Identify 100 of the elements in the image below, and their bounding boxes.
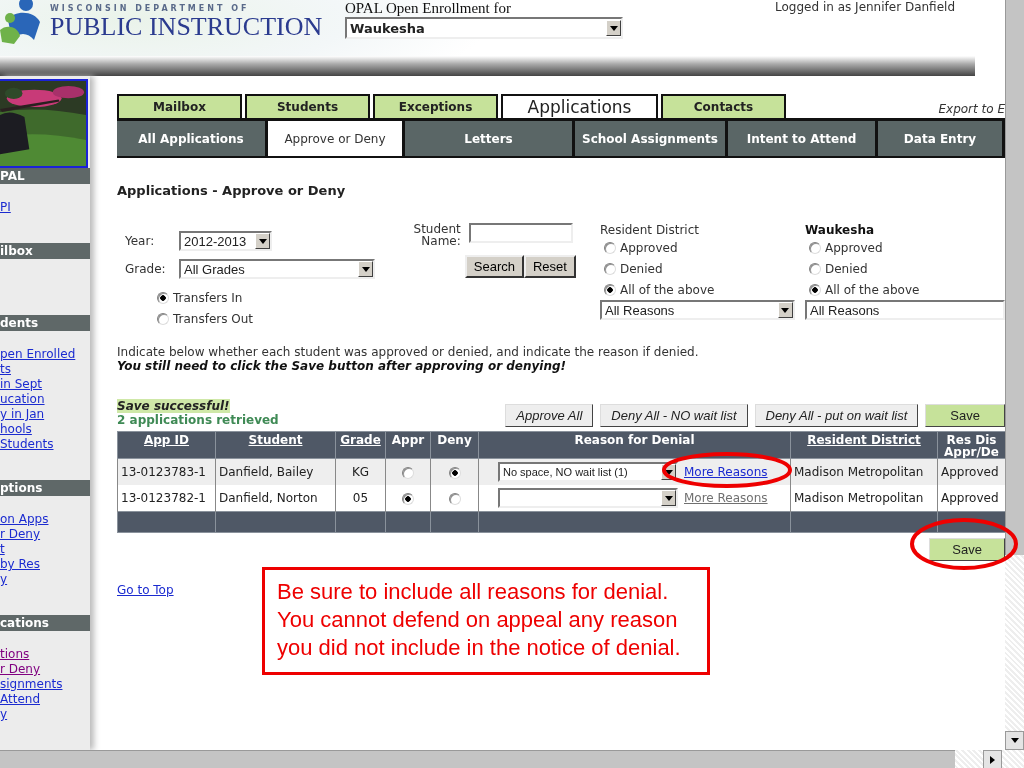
caret-icon bbox=[990, 755, 995, 764]
table-cell: 13-0123783-1 bbox=[117, 458, 216, 485]
radio-button[interactable] bbox=[809, 241, 821, 254]
subtab[interactable]: Data Entry bbox=[878, 121, 1002, 156]
table-cell: 05 bbox=[335, 485, 386, 512]
sidebar-link[interactable]: r Deny bbox=[0, 662, 90, 677]
denial-reason-select[interactable] bbox=[498, 488, 678, 508]
radio-button[interactable] bbox=[157, 312, 169, 325]
radio-button[interactable] bbox=[604, 262, 616, 275]
sidebar-heading: PAL bbox=[0, 168, 90, 184]
agency-name: PUBLIC INSTRUCTION bbox=[50, 13, 323, 41]
sidebar-link[interactable]: y in Jan bbox=[0, 407, 90, 422]
filter-heading: Waukesha bbox=[805, 223, 876, 237]
subtab[interactable]: School Assignments bbox=[575, 121, 725, 156]
page-title: Applications - Approve or Deny bbox=[117, 183, 347, 198]
column-header: Deny bbox=[430, 431, 479, 459]
subtab[interactable]: Intent to Attend bbox=[728, 121, 875, 156]
sidebar-heading: dents bbox=[0, 315, 90, 331]
sidebar-link[interactable]: Students bbox=[0, 437, 90, 452]
reset-button[interactable]: Reset bbox=[523, 255, 576, 278]
tab[interactable]: Exceptions bbox=[373, 94, 498, 118]
sidebar-link[interactable]: y bbox=[0, 572, 90, 587]
radio-label: Denied bbox=[825, 261, 868, 276]
result-count: 2 applications retrieved bbox=[117, 413, 279, 427]
approve-radio[interactable] bbox=[402, 492, 414, 505]
caret-icon bbox=[664, 469, 673, 475]
tab[interactable]: Students bbox=[245, 94, 370, 118]
radio-label: Approved bbox=[620, 240, 678, 255]
agency-subtitle: WISCONSIN DEPARTMENT OF bbox=[50, 4, 251, 13]
sidebar-link[interactable]: tions bbox=[0, 647, 90, 662]
table-cell: Danfield, Bailey bbox=[215, 458, 336, 485]
caret-icon bbox=[258, 238, 267, 244]
student-name-label: Student Name: bbox=[412, 223, 461, 247]
student-name-field[interactable] bbox=[468, 223, 573, 243]
column-header: Appr bbox=[385, 431, 431, 459]
reason-select[interactable]: All Reasons bbox=[805, 300, 1005, 320]
annotation-note: Be sure to include all reasons for denial. You cannot defend on appeal any reason you did not include in the notice of denial. bbox=[262, 567, 710, 675]
subtab[interactable]: Letters bbox=[405, 121, 572, 156]
user-status: Logged in as Jennifer Danfield bbox=[775, 0, 955, 14]
app-title: OPAL Open Enrollment for bbox=[345, 0, 512, 17]
sidebar-link[interactable]: Attend bbox=[0, 692, 90, 707]
tab[interactable]: Mailbox bbox=[117, 94, 242, 118]
column-header: Reason for Denial bbox=[478, 431, 791, 459]
table-cell: Madison Metropolitan bbox=[790, 458, 938, 485]
search-button[interactable]: Search bbox=[464, 255, 524, 278]
sidebar-heading: ptions bbox=[0, 480, 90, 496]
year-select[interactable]: 2012-2013 bbox=[179, 231, 272, 251]
grade-select[interactable]: All Grades bbox=[179, 259, 375, 279]
instructions-text: Indicate below whether each student was approved or denied, and indicate the reason if denied. bbox=[117, 345, 700, 359]
column-header[interactable]: App ID bbox=[117, 431, 216, 459]
sidebar-link[interactable]: on Apps bbox=[0, 512, 90, 527]
bulk-action-button[interactable]: Approve All bbox=[505, 404, 594, 427]
sidebar-heading: cations bbox=[0, 615, 90, 631]
radio-label: Approved bbox=[825, 240, 883, 255]
scroll-down-button[interactable] bbox=[1005, 731, 1024, 750]
sidebar-link[interactable]: PI bbox=[0, 200, 90, 215]
caret-icon bbox=[609, 25, 618, 31]
column-header[interactable]: Resident District bbox=[790, 431, 938, 459]
deny-radio[interactable] bbox=[448, 492, 461, 505]
go-to-top-link[interactable]: Go to Top bbox=[117, 583, 262, 597]
sidebar-link[interactable]: hools bbox=[0, 422, 90, 437]
table-cell: Danfield, Norton bbox=[215, 485, 336, 512]
more-reasons-link: More Reasons bbox=[684, 491, 768, 505]
grade-label: Grade: bbox=[124, 262, 167, 276]
sidebar-link[interactable]: ucation bbox=[0, 392, 90, 407]
caret-icon bbox=[781, 307, 790, 313]
save-button[interactable]: Save bbox=[929, 538, 1005, 561]
caret-icon bbox=[1010, 738, 1019, 743]
sidebar-link[interactable]: by Res bbox=[0, 557, 90, 572]
sidebar-link[interactable]: y bbox=[0, 707, 90, 722]
tab[interactable]: Contacts bbox=[661, 94, 786, 118]
radio-label: All of the above bbox=[825, 282, 920, 297]
sidebar-link[interactable]: pen Enrolled bbox=[0, 347, 90, 362]
scroll-right-button[interactable] bbox=[983, 750, 1002, 768]
denial-reason-select[interactable]: No space, NO wait list (1) bbox=[498, 462, 678, 482]
table-cell: Approved bbox=[937, 485, 1005, 512]
column-header[interactable]: Student bbox=[215, 431, 336, 459]
sidebar-link[interactable]: t bbox=[0, 542, 90, 557]
sidebar-link[interactable]: r Deny bbox=[0, 527, 90, 542]
sidebar-link[interactable]: ts bbox=[0, 362, 90, 377]
district-select[interactable]: Waukesha bbox=[345, 17, 623, 39]
radio-label: Denied bbox=[620, 261, 663, 276]
subtab[interactable]: All Applications bbox=[117, 121, 265, 156]
year-label: Year: bbox=[124, 234, 156, 248]
bulk-action-button[interactable]: Deny All - NO wait list bbox=[600, 404, 748, 427]
sidebar-link[interactable]: signments bbox=[0, 677, 90, 692]
bulk-action-button[interactable]: Deny All - put on wait list bbox=[754, 404, 919, 427]
status-message: Save successful! bbox=[117, 399, 230, 413]
tab[interactable]: Applications bbox=[501, 94, 658, 118]
table-cell: Madison Metropolitan bbox=[790, 485, 938, 512]
save-button[interactable]: Save bbox=[925, 404, 1005, 427]
radio-label: Transfers In bbox=[173, 290, 243, 305]
radio-label: All of the above bbox=[620, 282, 715, 297]
sidebar-heading: ilbox bbox=[0, 243, 90, 259]
column-header[interactable]: Grade bbox=[335, 431, 386, 459]
sidebar-link[interactable]: in Sept bbox=[0, 377, 90, 392]
subtab[interactable]: Approve or Deny bbox=[268, 121, 402, 156]
instructions-note: You still need to click the Save button after approving or denying! bbox=[117, 359, 568, 373]
export-link[interactable]: Export to E bbox=[938, 102, 1005, 118]
reason-select[interactable]: All Reasons bbox=[600, 300, 795, 320]
